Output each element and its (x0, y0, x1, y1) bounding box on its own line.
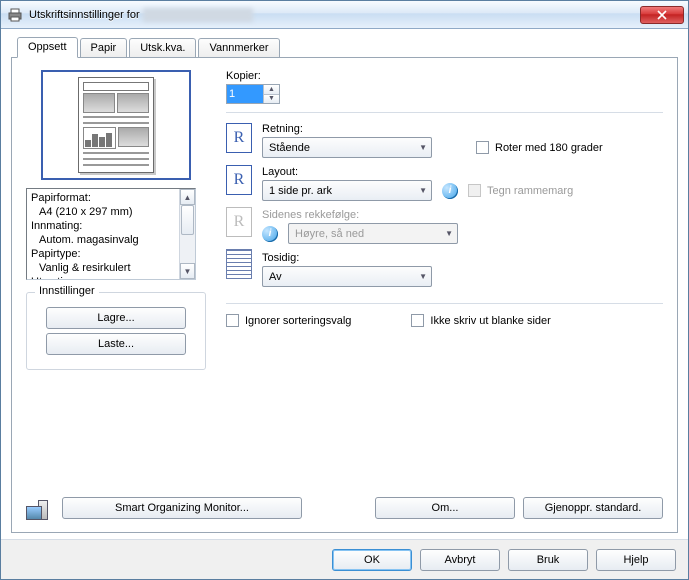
tab-vannmerker[interactable]: Vannmerker (198, 38, 279, 59)
checkbox-box (468, 184, 481, 197)
tabstrip: Oppsett Papir Utsk.kva. Vannmerker (11, 37, 678, 58)
chevron-down-icon: ▼ (445, 229, 453, 238)
kopier-down[interactable]: ▼ (264, 94, 279, 104)
layout-label: Layout: (262, 166, 663, 178)
chevron-down-icon: ▼ (419, 186, 427, 195)
kopier-up[interactable]: ▲ (264, 85, 279, 94)
paper-format-scrollbar[interactable]: ▲ ▼ (179, 189, 195, 279)
separator-1 (226, 112, 663, 113)
sidenes-info-icon[interactable]: i (262, 226, 278, 242)
orient-icon-layout: R (226, 165, 252, 195)
tab-papir[interactable]: Papir (80, 38, 128, 59)
scroll-up-button[interactable]: ▲ (180, 189, 195, 205)
window-title-devicename (143, 8, 253, 22)
layout-info-icon[interactable]: i (442, 183, 458, 199)
orient-icon-portrait: R (226, 123, 252, 153)
close-button[interactable] (640, 6, 684, 24)
window-title-text: Utskriftsinnstillinger for (29, 8, 140, 20)
paper-format-content: Papirformat: A4 (210 x 297 mm) Innmating… (27, 189, 179, 279)
lower-button-bar: Smart Organizing Monitor... Om... Gjenop… (26, 486, 663, 520)
orient-icon-duplex (226, 249, 252, 279)
help-button[interactable]: Hjelp (596, 549, 676, 571)
titlebar: Utskriftsinnstillinger for (1, 1, 688, 29)
tegn-rammemarg-checkbox: Tegn rammemarg (468, 184, 573, 197)
innstillinger-group: Innstillinger Lagre... Laste... (26, 292, 206, 370)
chevron-down-icon: ▼ (419, 272, 427, 281)
kopier-field: Kopier: ▲ ▼ (226, 70, 663, 104)
page-preview (41, 70, 191, 180)
monitor-icon (26, 496, 54, 520)
restore-defaults-button[interactable]: Gjenoppr. standard. (523, 497, 663, 519)
separator-2 (226, 303, 663, 304)
window-title: Utskriftsinnstillinger for (29, 8, 640, 22)
om-button[interactable]: Om... (375, 497, 515, 519)
no-blank-checkbox[interactable]: Ikke skriv ut blanke sider (411, 314, 550, 327)
kopier-input[interactable] (227, 85, 263, 103)
kopier-label: Kopier: (226, 70, 663, 82)
ok-button[interactable]: OK (332, 549, 412, 571)
tab-utskkva[interactable]: Utsk.kva. (129, 38, 196, 59)
rotate-180-checkbox[interactable]: Roter med 180 grader (476, 141, 603, 154)
tab-panel-oppsett: Papirformat: A4 (210 x 297 mm) Innmating… (11, 57, 678, 533)
checkbox-box (411, 314, 424, 327)
cancel-button[interactable]: Avbryt (420, 549, 500, 571)
orient-icon-order: R (226, 207, 252, 237)
smart-organizing-monitor-button[interactable]: Smart Organizing Monitor... (62, 497, 302, 519)
sidenes-combo: Høyre, så ned▼ (288, 223, 458, 244)
print-preferences-window: Utskriftsinnstillinger for Oppsett Papir… (0, 0, 689, 580)
page-preview-page (78, 77, 154, 173)
tosidig-label: Tosidig: (262, 252, 663, 264)
tab-oppsett[interactable]: Oppsett (17, 37, 78, 58)
scroll-down-button[interactable]: ▼ (180, 263, 195, 279)
paper-format-listbox[interactable]: Papirformat: A4 (210 x 297 mm) Innmating… (26, 188, 196, 280)
sidenes-label: Sidenes rekkefølge: (262, 209, 663, 221)
lagre-button[interactable]: Lagre... (46, 307, 186, 329)
kopier-spinner[interactable]: ▲ ▼ (226, 84, 280, 104)
checkbox-box (476, 141, 489, 154)
orientation-icons: R R R (226, 123, 252, 295)
tosidig-combo[interactable]: Av▼ (262, 266, 432, 287)
layout-combo[interactable]: 1 side pr. ark▼ (262, 180, 432, 201)
laste-button[interactable]: Laste... (46, 333, 186, 355)
scroll-thumb[interactable] (181, 205, 194, 235)
checkbox-box (226, 314, 239, 327)
apply-button[interactable]: Bruk (508, 549, 588, 571)
innstillinger-legend: Innstillinger (35, 285, 99, 297)
retning-label: Retning: (262, 123, 663, 135)
close-icon (657, 10, 667, 20)
ignore-sort-checkbox[interactable]: Ignorer sorteringsvalg (226, 314, 351, 327)
dialog-button-bar: OK Avbryt Bruk Hjelp (1, 539, 688, 579)
retning-combo[interactable]: Stående▼ (262, 137, 432, 158)
client-area: Oppsett Papir Utsk.kva. Vannmerker (1, 29, 688, 539)
printer-app-icon (7, 7, 23, 23)
chevron-down-icon: ▼ (419, 143, 427, 152)
scroll-track[interactable] (180, 205, 195, 263)
